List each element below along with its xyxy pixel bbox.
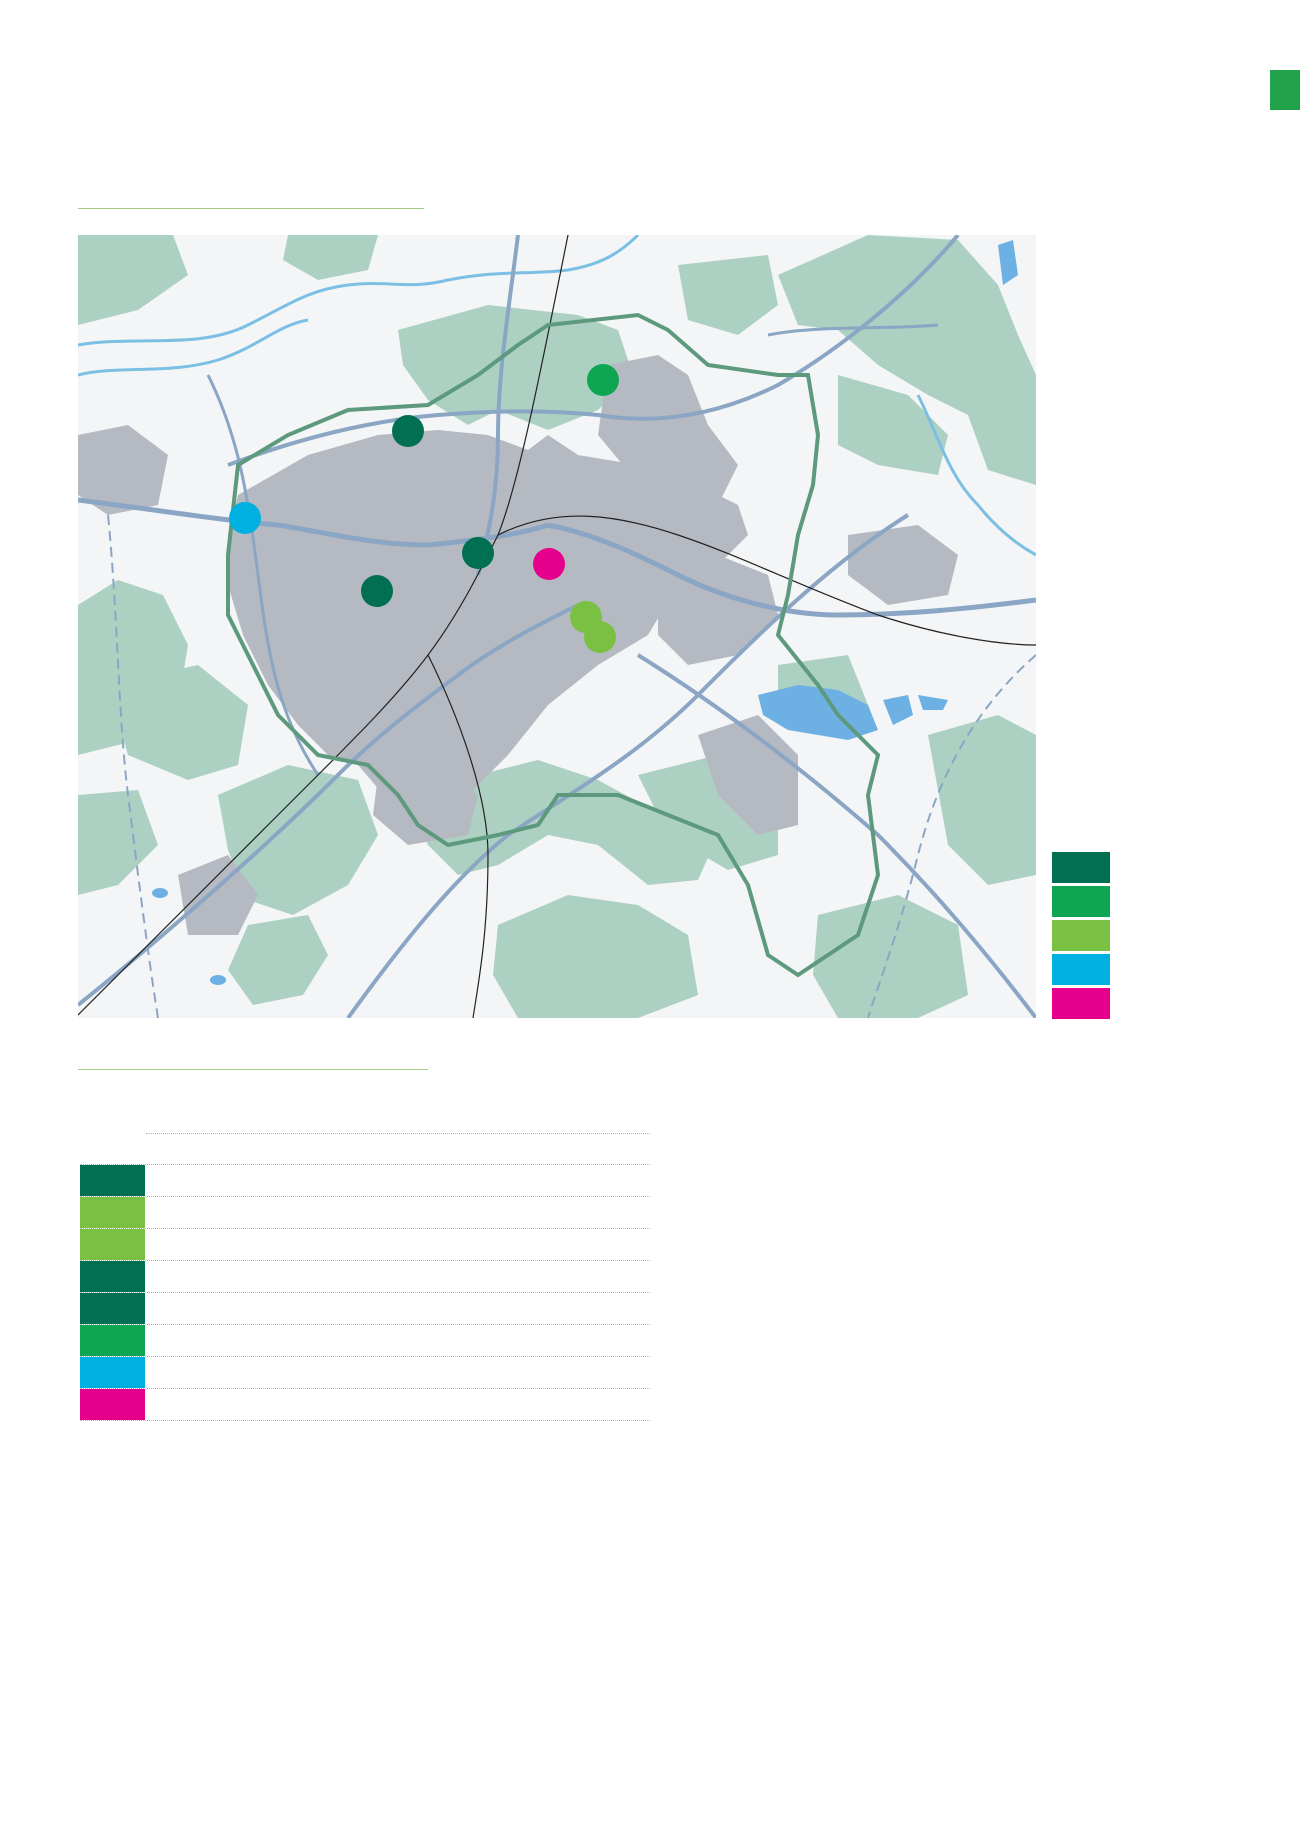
- table-title-rule: [78, 1069, 428, 1070]
- map-title-rule: [78, 208, 424, 209]
- marker-dark-green-3[interactable]: [361, 575, 393, 607]
- table-row: [80, 1260, 650, 1292]
- row-color-swatch: [80, 1293, 145, 1324]
- table-row: [80, 1356, 650, 1388]
- table-row: [80, 1292, 650, 1324]
- marker-magenta[interactable]: [533, 548, 565, 580]
- legend-swatch: [1052, 920, 1110, 951]
- legend-swatch: [1052, 886, 1110, 917]
- row-color-swatch: [80, 1357, 145, 1388]
- table-row: [80, 1164, 650, 1196]
- map-legend: [1052, 852, 1110, 1022]
- marker-cyan[interactable]: [229, 502, 261, 534]
- row-color-swatch: [80, 1325, 145, 1356]
- row-color-swatch: [80, 1261, 145, 1292]
- pond: [152, 888, 168, 898]
- legend-swatch: [1052, 852, 1110, 883]
- legend-swatch: [1052, 988, 1110, 1019]
- marker-dark-green-2[interactable]: [462, 537, 494, 569]
- row-color-swatch: [80, 1389, 145, 1420]
- row-color-swatch: [80, 1229, 145, 1260]
- facility-table: [80, 1133, 650, 1421]
- marker-light-green-2[interactable]: [584, 621, 616, 653]
- marker-medium-green[interactable]: [587, 364, 619, 396]
- city-map-svg: [78, 235, 1036, 1018]
- table-row: [80, 1196, 650, 1228]
- city-map[interactable]: [78, 235, 1036, 1018]
- marker-dark-green-1[interactable]: [392, 415, 424, 447]
- section-tab: [1270, 70, 1300, 110]
- table-row: [80, 1324, 650, 1356]
- row-color-swatch: [80, 1197, 145, 1228]
- row-color-swatch: [80, 1165, 145, 1196]
- table-row: [80, 1228, 650, 1260]
- legend-swatch: [1052, 954, 1110, 985]
- table-row: [80, 1388, 650, 1421]
- pond: [210, 975, 226, 985]
- table-row: [80, 1133, 650, 1164]
